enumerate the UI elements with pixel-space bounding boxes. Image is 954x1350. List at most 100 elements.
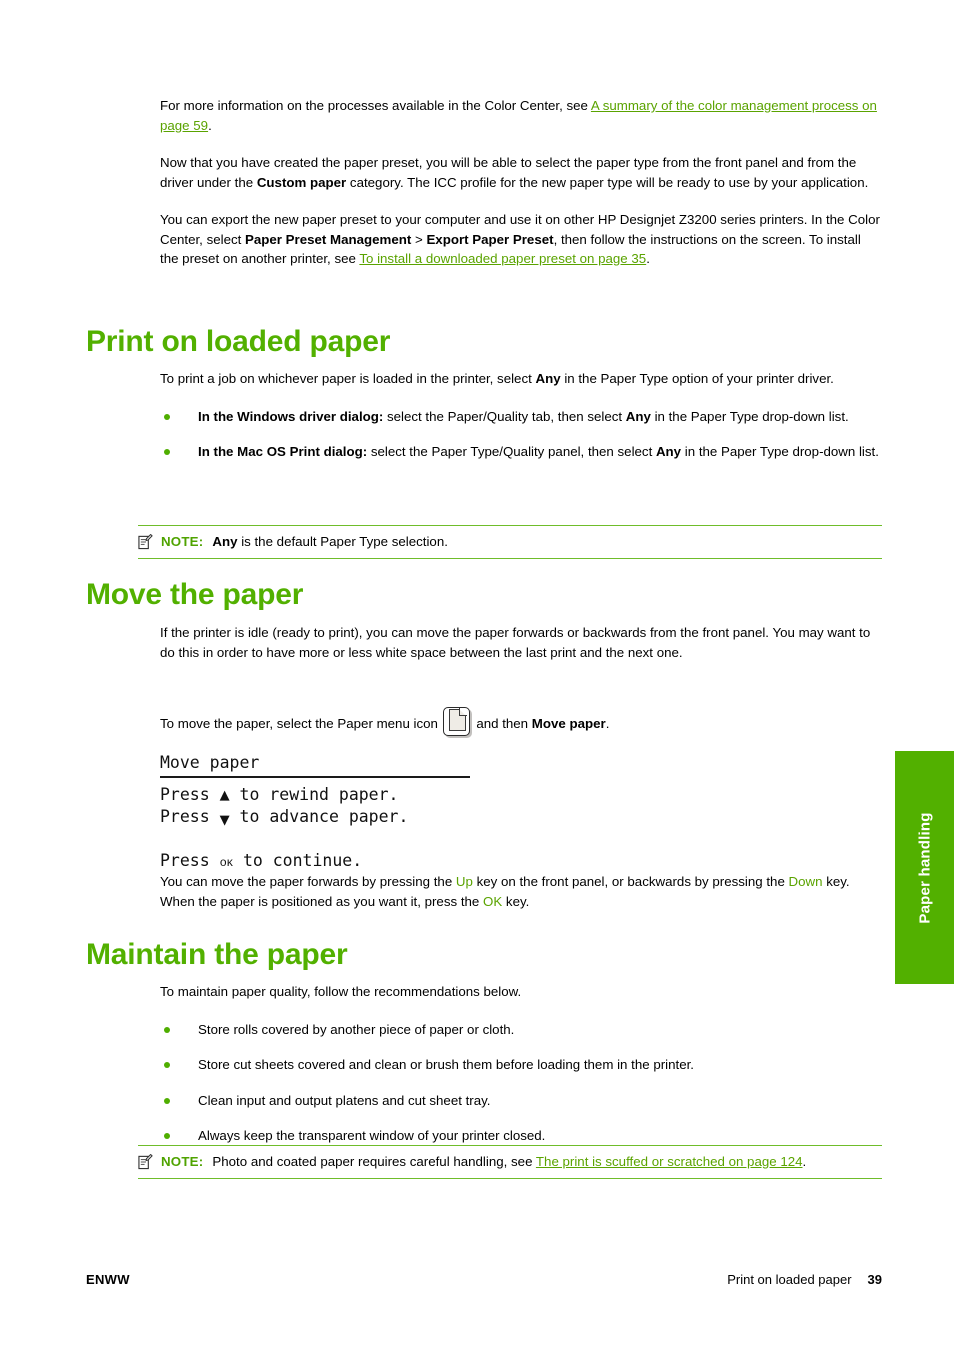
maintain-bullet-2-text: Clean input and output platens and cut s… [198,1092,491,1108]
bullet-1-bold-any: Any [655,444,682,459]
list-item: Always keep the transparent window of yo… [160,1126,882,1146]
move-p3-text-a: You can move the paper forwards by press… [160,874,456,889]
side-tab-label: Paper handling [916,811,933,924]
move-paragraph-3-block: You can move the paper forwards by press… [160,872,882,911]
list-item: Clean input and output platens and cut s… [160,1091,882,1111]
note-text: is the default Paper Type selection. [237,534,448,549]
note-label: NOTE: [161,534,204,549]
fp-line1-pre: Press [160,785,220,804]
print-intro-text-b: in the Paper Type option of your printer… [560,371,834,386]
down-arrow-icon: ▼ [219,813,230,828]
list-item: In the Windows driver dialog: select the… [160,407,882,427]
xref-install-downloaded-paper-preset[interactable]: To install a downloaded paper preset on … [359,251,646,266]
bullet-dot-icon [164,413,170,420]
xref-print-scuffed-or-scratched[interactable]: The print is scuffed or scratched on pag… [536,1154,803,1169]
move-paragraph-3: You can move the paper forwards by press… [160,872,882,911]
bullet-dot-icon [164,1026,170,1033]
fp-line1-post: to rewind paper. [229,785,399,804]
side-tab-paper-handling: Paper handling [895,751,954,984]
bullet-dot-icon [164,1062,170,1068]
maintain-bullet-3-text: Always keep the transparent window of yo… [198,1128,546,1143]
bullet-dot-icon [164,449,170,455]
fp-line3-post: to continue. [233,851,363,870]
move-p2-text-b: and then [472,716,532,731]
fp-line2-post: to advance paper. [229,807,409,826]
intro-p2-bold-custom-paper: Custom paper [256,174,347,190]
front-panel-line-advance: Press ▼ to advance paper. [160,806,490,831]
print-section-body: To print a job on whichever paper is loa… [160,369,882,462]
bullet-1-text-b: in the Paper Type drop-down list. [681,444,879,459]
print-intro-text-a: To print a job on whichever paper is loa… [160,371,536,386]
note-box-any-default: NOTE: Any is the default Paper Type selec… [138,525,882,559]
move-paragraph-1: If the printer is idle (ready to print),… [160,625,871,660]
note-content: NOTE: Any is the default Paper Type selec… [138,532,882,551]
front-panel-title: Move paper [160,753,260,772]
fp-line3-pre: Press [160,851,220,870]
ok-key-icon: ᴏᴋ [219,855,234,869]
maintain-bullet-list: Store rolls covered by another piece of … [160,1020,882,1146]
bullet-0-text-a: select the Paper/Quality tab, then selec… [383,408,626,424]
heading-move-the-paper: Move the paper [86,578,304,611]
bullet-dot-icon [164,1133,170,1139]
maintain-bullet-0-text: Store rolls covered by another piece of … [198,1021,515,1037]
key-name-down: Down [788,874,823,889]
maintain-intro-paragraph: To maintain paper quality, follow the re… [160,984,522,999]
footer-page-number: 39 [867,1272,882,1287]
fp-line2-pre: Press [160,807,220,826]
heading-print-on-loaded-paper: Print on loaded paper [86,325,391,358]
intro-p1-text-a: For more information on the processes av… [160,98,591,113]
front-panel-line-rewind: Press ▲ to rewind paper. [160,784,490,806]
note-text-b: . [802,1154,807,1169]
intro-p3-bold-paper-preset-management: Paper Preset Management [245,231,412,247]
list-item: Store cut sheets covered and clean or br… [160,1055,882,1075]
bullet-0-bold-any: Any [625,408,651,424]
move-p3-text-d: key. [502,893,530,909]
move-p2-bold-move-paper: Move paper [531,716,606,731]
note-label: NOTE: [161,1154,204,1169]
move-paragraph-2: To move the paper, select the Paper menu… [160,707,882,738]
paper-menu-icon [442,707,472,738]
note-pencil-icon [138,534,153,550]
front-panel-divider [160,776,470,778]
footer-locale-code: ENWW [86,1272,130,1287]
front-panel-display: Move paper Press ▲ to rewind paper. Pres… [160,752,490,873]
maintain-section-body: To maintain paper quality, follow the re… [160,982,882,1146]
intro-paragraph-2: Now that you have created the paper pres… [160,153,882,192]
print-intro-paragraph: To print a job on whichever paper is loa… [160,369,882,389]
key-name-up: Up [455,874,473,889]
document-page: For more information on the processes av… [0,0,954,1350]
intro-paragraph-3: You can export the new paper preset to y… [160,210,882,269]
key-name-ok: OK [483,893,503,909]
bullet-0-text-b: in the Paper Type drop-down list. [650,408,849,424]
maintain-bullet-1-text: Store cut sheets covered and clean or br… [198,1057,694,1072]
note-bold-any: Any [212,534,238,549]
note-pencil-icon [138,1154,153,1170]
note-box-photo-coated-paper: NOTE: Photo and coated paper requires car… [138,1145,882,1179]
list-item: In the Mac OS Print dialog: select the P… [160,442,882,462]
bullet-1-text-a: select the Paper Type/Quality panel, the… [367,444,656,459]
move-p2-text-c: . [605,716,610,731]
move-p3-text-b: key on the front panel, or backwards by … [472,874,789,889]
paper-menu-icon-fold [458,708,467,716]
footer-section-title: Print on loaded paper [727,1272,852,1287]
intro-p2-text-b: category. The ICC profile for the new pa… [346,174,869,190]
intro-p3-text-c: . [646,251,650,266]
note-content: NOTE: Photo and coated paper requires car… [138,1152,882,1171]
heading-maintain-the-paper: Maintain the paper [86,938,348,971]
footer-right-group: Print on loaded paper 39 [727,1272,882,1287]
note-text-a: Photo and coated paper requires careful … [212,1154,536,1169]
print-intro-bold-any: Any [535,371,561,386]
intro-paragraph-1: For more information on the processes av… [160,96,882,135]
bullet-1-bold-label: In the Mac OS Print dialog: [198,444,368,459]
up-arrow-icon: ▲ [219,788,230,803]
intro-paragraph-block: For more information on the processes av… [160,96,882,269]
intro-p1-text-b: . [208,117,212,133]
print-bullet-list: In the Windows driver dialog: select the… [160,407,882,462]
move-p2-text-a: To move the paper, select the Paper menu… [160,716,442,731]
bullet-0-bold-label: In the Windows driver dialog: [198,408,384,424]
intro-p3-bold-export-paper-preset: Export Paper Preset [426,231,554,247]
list-item: Store rolls covered by another piece of … [160,1020,882,1040]
move-section-body: If the printer is idle (ready to print),… [160,623,882,662]
move-paragraph-2-block: To move the paper, select the Paper menu… [160,707,882,738]
intro-p3-separator: > [411,231,427,247]
